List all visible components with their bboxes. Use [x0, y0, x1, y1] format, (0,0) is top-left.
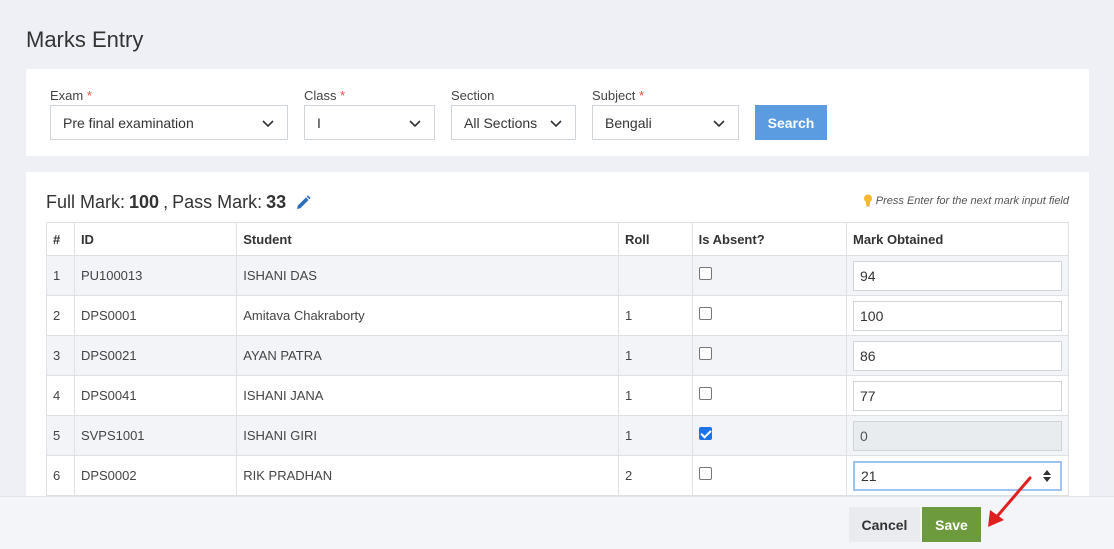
required-marker: *: [340, 88, 346, 103]
mark-input-value: 21: [861, 467, 877, 484]
student-id: SVPS1001: [73, 415, 238, 456]
table-header-row: # ID Student Roll Is Absent? Mark Obtain…: [46, 222, 1069, 256]
section-select-value: All Sections: [464, 114, 538, 131]
table-row: 6 DPS0002 RIK PRADHAN 2 21: [46, 455, 1069, 496]
exam-select-value: Pre final examination: [63, 114, 194, 131]
mark-input-value: 0: [860, 427, 868, 444]
mark-input[interactable]: 94: [853, 260, 1062, 291]
row-number: 5: [46, 415, 75, 456]
roll-number: 1: [617, 295, 693, 336]
chevron-down-icon: [550, 119, 562, 127]
exam-field: Exam * Pre final examination: [50, 86, 288, 140]
roll-number: 1: [617, 335, 693, 376]
subject-label: Subject: [592, 88, 636, 103]
section-select[interactable]: All Sections: [451, 105, 576, 140]
roll-number: [617, 255, 693, 296]
hint-text: Press Enter for the next mark input fiel…: [863, 194, 1069, 207]
required-marker: *: [639, 88, 645, 103]
full-mark-label: Full Mark:: [46, 192, 126, 212]
mark-input-value: 77: [860, 387, 876, 404]
absent-checkbox[interactable]: [698, 347, 712, 361]
student-name: RIK PRADHAN: [236, 455, 619, 496]
student-name: ISHANI DAS: [236, 255, 619, 296]
mark-input[interactable]: 86: [853, 340, 1062, 371]
absent-checkbox[interactable]: [698, 267, 712, 281]
column-header-student: Student: [236, 222, 619, 256]
absent-checkbox-checked[interactable]: [698, 427, 712, 441]
mark-input[interactable]: 100: [853, 300, 1062, 331]
class-field: Class * I: [304, 86, 435, 140]
chevron-down-icon: [409, 119, 421, 127]
footer-bar: Cancel Save: [0, 496, 1114, 549]
student-name: ISHANI GIRI: [236, 415, 619, 456]
student-name: AYAN PATRA: [236, 335, 619, 376]
row-number: 4: [46, 375, 75, 416]
chevron-down-icon: [262, 119, 274, 127]
pencil-edit-icon[interactable]: [294, 194, 312, 212]
cancel-button[interactable]: Cancel: [849, 507, 920, 542]
absent-checkbox[interactable]: [698, 467, 712, 481]
required-marker: *: [86, 88, 92, 103]
hint-label: Press Enter for the next mark input fiel…: [875, 194, 1069, 207]
table-row: 3 DPS0021 AYAN PATRA 1 86: [46, 335, 1069, 376]
student-id: DPS0021: [73, 335, 238, 376]
subject-select-value: Bengali: [605, 114, 652, 131]
filter-panel: Exam * Pre final examination Class * I S…: [26, 69, 1089, 156]
student-id: PU100013: [73, 255, 238, 296]
mark-info: Full Mark: 100, Pass Mark: 33: [46, 192, 312, 213]
subject-select[interactable]: Bengali: [592, 105, 739, 140]
table-row: 5 SVPS1001 ISHANI GIRI 1 0: [46, 415, 1069, 456]
mark-input-value: 86: [860, 347, 876, 364]
mark-input[interactable]: 77: [853, 380, 1062, 411]
student-id: DPS0002: [73, 455, 238, 496]
class-select-value: I: [317, 114, 321, 131]
row-number: 1: [46, 255, 75, 296]
column-header-num: #: [46, 222, 75, 256]
class-label: Class: [304, 88, 337, 103]
mark-input-value: 100: [860, 307, 884, 324]
pass-mark-value: 33: [266, 192, 287, 212]
column-header-id: ID: [73, 222, 238, 256]
spinner-down-icon[interactable]: [1043, 476, 1051, 482]
row-number: 2: [46, 295, 75, 336]
row-number: 3: [46, 335, 75, 376]
exam-label: Exam: [50, 88, 84, 103]
full-mark-value: 100: [129, 192, 160, 212]
roll-number: 1: [617, 375, 693, 416]
table-row: 1 PU100013 ISHANI DAS 94: [46, 255, 1069, 296]
column-header-absent: Is Absent?: [691, 222, 848, 256]
mark-input-value: 94: [860, 267, 876, 284]
table-row: 4 DPS0041 ISHANI JANA 1 77: [46, 375, 1069, 416]
page-title: Marks Entry: [26, 27, 144, 52]
exam-select[interactable]: Pre final examination: [50, 105, 288, 140]
save-button[interactable]: Save: [922, 507, 981, 542]
section-label: Section: [451, 88, 495, 103]
red-arrow-annotation-icon: [988, 476, 1032, 527]
class-select[interactable]: I: [304, 105, 435, 140]
pass-mark-label: Pass Mark:: [172, 192, 263, 212]
student-name: ISHANI JANA: [236, 375, 619, 416]
mark-input-disabled: 0: [853, 420, 1062, 451]
search-button[interactable]: Search: [755, 105, 827, 140]
column-header-mark: Mark Obtained: [846, 222, 1069, 256]
student-name: Amitava Chakraborty: [236, 295, 619, 336]
student-id: DPS0001: [73, 295, 238, 336]
roll-number: 1: [617, 415, 693, 456]
subject-field: Subject * Bengali: [592, 86, 739, 140]
chevron-down-icon: [713, 119, 725, 127]
roll-number: 2: [617, 455, 693, 496]
marks-table: # ID Student Roll Is Absent? Mark Obtain…: [46, 222, 1069, 496]
table-row: 2 DPS0001 Amitava Chakraborty 1 100: [46, 295, 1069, 336]
column-header-roll: Roll: [617, 222, 693, 256]
section-field: Section All Sections: [451, 86, 576, 140]
lightbulb-icon: [863, 194, 872, 207]
marks-table-panel: Full Mark: 100, Pass Mark: 33 Press Ente…: [26, 172, 1089, 549]
absent-checkbox[interactable]: [698, 387, 712, 401]
absent-checkbox[interactable]: [698, 307, 712, 321]
spinner-up-icon[interactable]: [1043, 469, 1051, 475]
number-spinner[interactable]: [1040, 465, 1054, 487]
student-id: DPS0041: [73, 375, 238, 416]
row-number: 6: [46, 455, 75, 496]
